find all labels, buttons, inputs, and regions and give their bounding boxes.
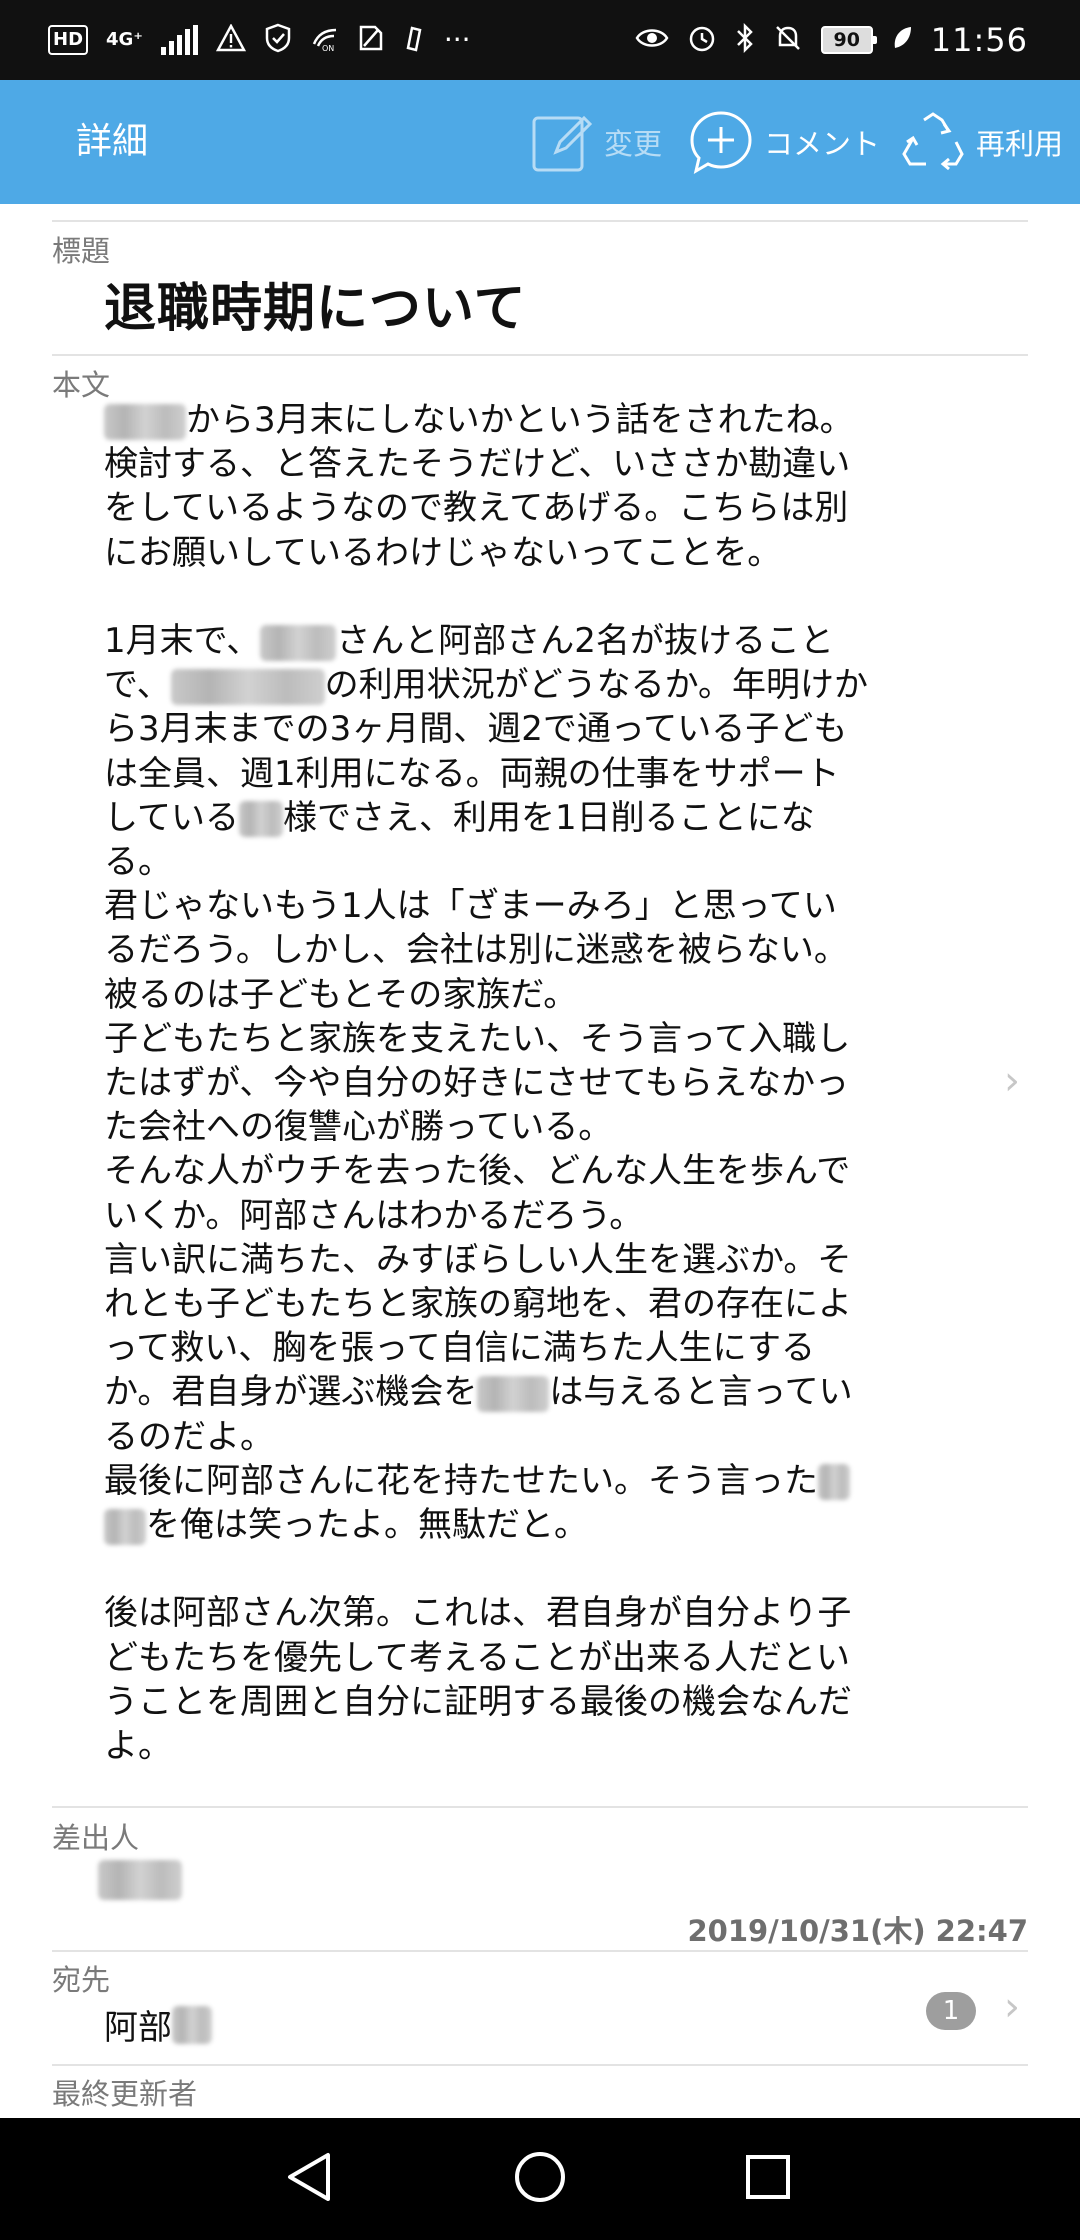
body-line: で、 の利用状況がどうなるか。年明けか — [104, 665, 868, 706]
svg-text:ON: ON — [322, 44, 334, 52]
signal-icon — [160, 25, 198, 55]
shield-icon — [264, 23, 292, 57]
redacted-name — [104, 1508, 146, 1545]
sender-label: 差出人 — [52, 1821, 140, 1855]
body-line: か。君自身が選ぶ機会を は与えると言ってい — [104, 1372, 853, 1413]
reuse-label: 再利用 — [976, 127, 1064, 161]
redacted-name — [477, 1375, 550, 1412]
body-line: を俺は笑ったよ。無駄だと。 — [104, 1503, 944, 1547]
status-right: 90 11:56 — [635, 0, 1028, 80]
battery-icon: 90 — [820, 26, 877, 54]
redacted-name — [238, 801, 283, 838]
comment-icon — [688, 109, 754, 175]
divider — [52, 1950, 1028, 1952]
recent-apps-button[interactable] — [744, 2118, 792, 2240]
warning-icon — [215, 23, 246, 56]
redacted-name — [104, 403, 186, 440]
status-left: HD 4G⁺ ON ··· — [48, 0, 471, 80]
body-line: から3月末にしないかという話をされたね。 — [104, 398, 944, 442]
body-line: 最後に阿部さんに花を持たせたい。そう言った — [104, 1459, 944, 1503]
hd-icon: HD — [48, 25, 89, 55]
recycle-icon — [900, 110, 966, 174]
recipient-row[interactable]: 阿部 — [104, 2000, 212, 2049]
mute-icon — [773, 23, 803, 57]
body-line: たはずが、今や自分の好きにさせてもらえなかっ — [104, 1063, 849, 1104]
comment-label: コメント — [764, 127, 881, 161]
edit-icon — [530, 110, 594, 174]
divider — [52, 2064, 1028, 2066]
body-label: 本文 — [52, 368, 111, 402]
redacted-name — [170, 668, 325, 705]
back-button[interactable] — [282, 2118, 336, 2240]
divider — [52, 1806, 1028, 1808]
home-button[interactable] — [513, 2118, 567, 2240]
edit-label: 変更 — [604, 127, 663, 161]
edit-button[interactable]: 変更 — [530, 80, 662, 204]
redacted-name — [172, 2005, 212, 2044]
divider — [52, 354, 1028, 356]
body-line: るだろう。しかし、会社は別に迷惑を被らない。 — [104, 930, 848, 971]
redacted-name — [260, 624, 337, 661]
square-icon — [744, 2153, 792, 2205]
page-title: 詳細 — [76, 121, 149, 162]
recipient-name: 阿部 — [104, 2008, 172, 2048]
body-line: 後は阿部さん次第。これは、君自身が自分より子 — [104, 1593, 852, 1634]
app-bar: 詳細 変更 コメント 再利用 — [0, 80, 1080, 204]
status-time: 11:56 — [930, 21, 1028, 59]
body-line: るのだよ。 — [104, 1416, 274, 1457]
recipient-count-badge: 1 — [926, 1992, 976, 2030]
redacted-name — [818, 1464, 850, 1501]
navigation-bar — [0, 2118, 1080, 2240]
sent-datetime: 2019/10/31(木) 22:47 — [687, 1914, 1028, 1948]
body-line: をしているようなので教えてあげる。こちらは別 — [104, 488, 849, 529]
body-line: 君じゃないもう1人は「ざまーみろ」と思ってい — [104, 886, 837, 927]
body-line: よ。 — [104, 1726, 172, 1767]
bluetooth-icon — [735, 22, 755, 57]
alarm-icon — [687, 23, 717, 57]
body-line: にお願いしているわけじゃないってことを。 — [104, 532, 782, 573]
network-type: 4G⁺ — [106, 29, 143, 50]
body-line: している 様でさえ、利用を1日削ることにな — [104, 797, 815, 838]
body-line: どもたちを優先して考えることが出来る人だとい — [104, 1637, 850, 1678]
nfc-icon: ON — [310, 24, 340, 56]
body-line: いくか。阿部さんはわかるだろう。 — [104, 1195, 644, 1236]
back-triangle-icon — [282, 2149, 336, 2209]
notification-icon — [402, 24, 426, 56]
home-circle-icon — [513, 2150, 567, 2208]
body-line: れとも子どもたちと家族の窮地を、君の存在によ — [104, 1284, 852, 1325]
reuse-button[interactable]: 再利用 — [900, 80, 1063, 204]
message-body: から3月末にしないかという話をされたね。 検討する、と答えたそうだけど、いささか… — [104, 398, 944, 1768]
subject-label: 標題 — [52, 234, 111, 268]
chevron-right-icon[interactable]: › — [1004, 1058, 1020, 1104]
more-icon: ··· — [443, 23, 471, 56]
chevron-right-icon[interactable]: › — [1004, 1984, 1020, 2030]
body-line: た会社への復讐心が勝っている。 — [104, 1107, 613, 1148]
body-line: は全員、週1利用になる。両親の仕事をサポート — [104, 753, 840, 794]
body-line: 1月末で、 さんと阿部さん2名が抜けること — [104, 621, 834, 662]
body-line: って救い、胸を張って自信に満ちた人生にする — [104, 1328, 815, 1369]
comment-button[interactable]: コメント — [688, 80, 880, 204]
leaf-icon — [891, 24, 913, 56]
body-line: 子どもたちと家族を支えたい、そう言って入職し — [104, 1018, 851, 1059]
body-line: 言い訳に満ちた、みすぼらしい人生を選ぶか。そ — [104, 1239, 852, 1280]
subject-text: 退職時期について — [104, 279, 527, 339]
redacted-sender — [98, 1860, 182, 1900]
body-line: そんな人がウチを去った後、どんな人生を歩んで — [104, 1151, 851, 1192]
body-line: る。 — [104, 842, 172, 883]
body-line: 被るのは子どもとその家族だ。 — [104, 974, 578, 1015]
divider — [52, 220, 1028, 222]
status-bar: HD 4G⁺ ON ··· 90 11:56 — [0, 0, 1080, 80]
body-line-blank — [104, 1547, 944, 1591]
last-updated-label: 最終更新者 — [52, 2077, 198, 2111]
recipient-label: 宛先 — [52, 1963, 111, 1997]
body-line: 検討する、と答えたそうだけど、いささか勘違い — [104, 444, 851, 485]
no-sim-icon — [358, 24, 384, 56]
eye-icon — [635, 25, 669, 55]
body-line: うことを周囲と自分に証明する最後の機会なんだ — [104, 1681, 852, 1722]
body-line-blank — [104, 575, 944, 619]
body-line: ら3月末までの3ヶ月間、週2で通っている子ども — [104, 709, 848, 750]
